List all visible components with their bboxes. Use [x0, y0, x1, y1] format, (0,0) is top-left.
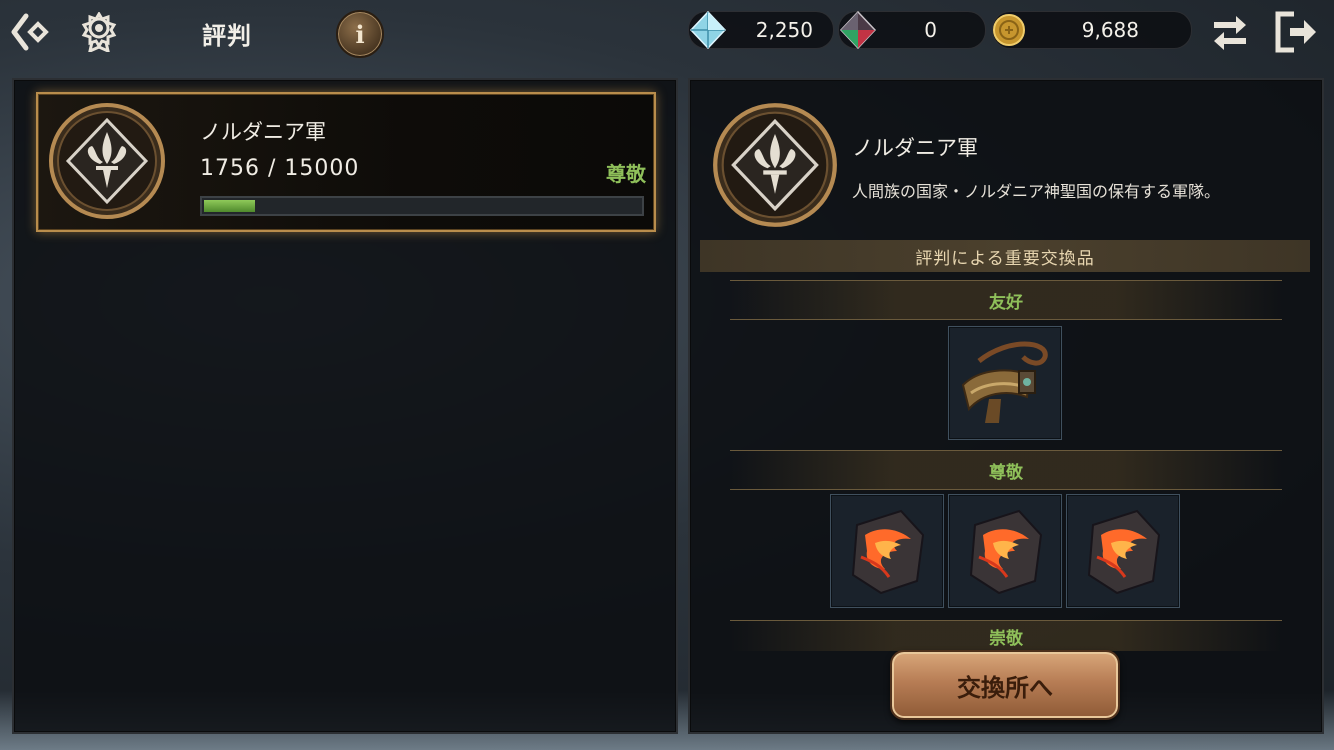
gold-amount: 9,688 [1081, 18, 1139, 42]
faction-card[interactable]: ノルダニア軍 1756 / 15000 尊敬 [36, 92, 656, 232]
gold-coin-icon [993, 14, 1025, 46]
top-bar: 評判 i 2,250 0 9,688 [0, 0, 1334, 66]
blue-crystal-icon [689, 10, 727, 50]
currency-gem[interactable]: 0 [838, 10, 986, 50]
reward-item-slot[interactable] [830, 494, 944, 608]
faction-list-panel: ノルダニア軍 1756 / 15000 尊敬 [12, 78, 678, 734]
fire-rune-stone-icon [969, 509, 1043, 595]
info-button[interactable]: i [336, 10, 384, 58]
currency-gold[interactable]: 9,688 [992, 11, 1192, 49]
reputation-progress-fill [204, 200, 255, 212]
tier-respected-label: 尊敬 [730, 450, 1282, 490]
reputation-progress-bar [200, 196, 644, 216]
crystal-amount: 2,250 [755, 18, 813, 42]
faction-detail-panel: ノルダニア軍 人間族の国家・ノルダニア神聖国の保有する軍隊。 評判による重要交換… [688, 78, 1324, 734]
fleur-de-lis-emblem-icon [49, 103, 165, 219]
reward-item-slot[interactable] [1066, 494, 1180, 608]
swap-arrows-icon[interactable] [1210, 12, 1250, 52]
reward-item-slot[interactable] [948, 326, 1062, 440]
currency-crystal[interactable]: 2,250 [688, 10, 834, 50]
faction-progress-text: 1756 / 15000 [200, 156, 360, 181]
reward-item-slot[interactable] [948, 494, 1062, 608]
gem-amount: 0 [924, 18, 937, 42]
red-green-crystal-icon [839, 10, 877, 50]
fire-rune-stone-icon [851, 509, 925, 595]
fleur-de-lis-emblem-icon [713, 103, 837, 227]
leather-belt-icon [961, 341, 1048, 423]
faction-name: ノルダニア軍 [200, 120, 326, 144]
tier-friendly-label: 友好 [730, 280, 1282, 320]
exchange-items-header: 評判による重要交換品 [700, 240, 1310, 272]
back-arrow-icon[interactable] [10, 10, 54, 54]
fire-rune-stone-icon [1087, 509, 1161, 595]
faction-rank: 尊敬 [606, 162, 646, 186]
tier-revered-label: 崇敬 [730, 620, 1282, 651]
achievement-badge-icon[interactable] [80, 12, 118, 52]
detail-faction-description: 人間族の国家・ノルダニア神聖国の保有する軍隊。 [852, 182, 1221, 201]
page-title: 評判 [202, 22, 252, 50]
exit-icon[interactable] [1272, 10, 1318, 54]
detail-faction-name: ノルダニア軍 [852, 136, 978, 160]
go-to-exchange-button[interactable]: 交換所へ [890, 650, 1120, 720]
